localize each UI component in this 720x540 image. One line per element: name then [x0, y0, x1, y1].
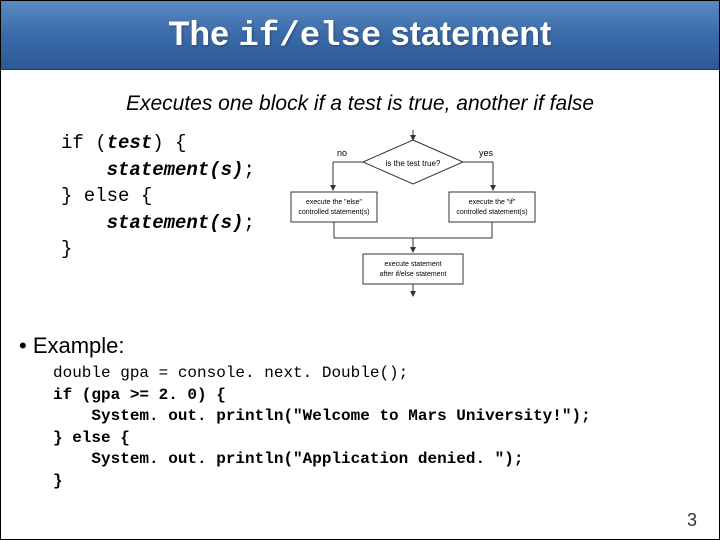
syntax-block: if (test) { statement(s); } else { state…	[61, 130, 255, 263]
svg-text:execute the "else": execute the "else"	[306, 199, 362, 206]
svg-text:after if/else statement: after if/else statement	[379, 271, 446, 278]
title-post: statement	[381, 15, 551, 53]
flowchart-svg: is the test true? no yes execute the "el…	[285, 130, 540, 300]
title-pre: The	[169, 15, 239, 53]
svg-text:controlled statement(s): controlled statement(s)	[298, 209, 369, 216]
yes-label: yes	[479, 148, 494, 158]
flowchart-diagram: is the test true? no yes execute the "el…	[285, 130, 540, 305]
svg-text:execute statement: execute statement	[384, 261, 441, 268]
slide-title-bar: The if/else statement	[1, 1, 719, 70]
no-label: no	[337, 148, 347, 158]
title-code: if/else	[239, 18, 382, 56]
slide-title: The if/else statement	[169, 15, 552, 56]
svg-text:execute the "if": execute the "if"	[469, 199, 516, 206]
diamond-label: is the test true?	[385, 159, 440, 168]
page-number: 3	[687, 510, 697, 531]
syntax-row: if (test) { statement(s); } else { state…	[61, 130, 719, 305]
example-label: • Example:	[19, 333, 719, 359]
slide-subtitle: Executes one block if a test is true, an…	[31, 92, 689, 116]
example-code-block: double gpa = console. next. Double(); if…	[53, 363, 719, 493]
svg-text:controlled statement(s): controlled statement(s)	[456, 209, 527, 216]
